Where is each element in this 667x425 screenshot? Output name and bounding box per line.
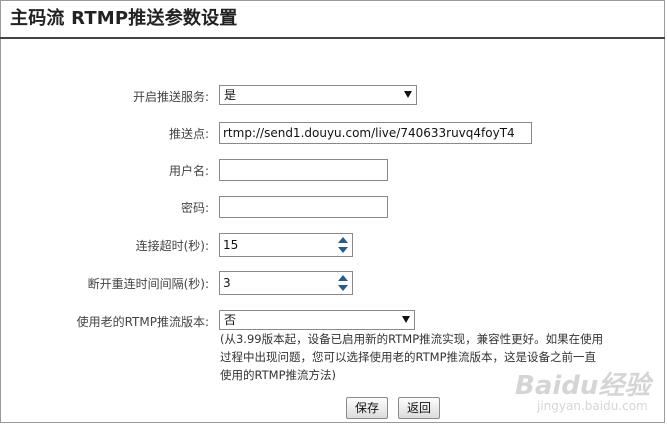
reconnect-spin-control[interactable] [336,273,350,293]
timeout-stepper[interactable]: 15 [219,233,353,257]
save-button[interactable]: 保存 [346,397,389,419]
watermark-domain: jingyan.baidu.com [537,399,648,413]
row-reconnect: 断开重连时间间隔(秒): 3 [0,271,667,295]
username-label: 用户名: [168,164,209,178]
watermark-brand: Baidu经验 [515,371,651,401]
dropdown-arrow-icon [402,316,410,323]
timeout-spin-control[interactable] [336,235,350,255]
back-button[interactable]: 返回 [398,397,441,419]
password-input[interactable] [219,196,388,218]
spin-up-icon[interactable] [338,275,348,281]
legacy-rtmp-value: 否 [224,313,237,327]
row-legacy-rtmp: 使用老的RTMP推流版本: 否 [0,310,667,332]
baidu-watermark: Baidu经验 jingyan.baidu.com [515,365,655,420]
timeout-value: 15 [223,238,239,252]
row-password: 密码: [0,196,667,218]
row-enable-push: 开启推送服务: 是 [0,85,667,107]
spin-down-icon[interactable] [338,247,348,253]
password-label: 密码: [180,201,209,215]
push-url-input[interactable]: rtmp://send1.douyu.com/live/740633ruvq4f… [219,122,532,144]
timeout-label: 连接超时(秒): [135,239,209,253]
row-timeout: 连接超时(秒): 15 [0,233,667,257]
reconnect-label: 断开重连时间间隔(秒): [87,277,209,291]
username-input[interactable] [219,159,388,181]
dropdown-arrow-icon [404,91,412,98]
title-divider [0,37,665,39]
note-line: 过程中出现问题，您可以选择使用老的RTMP推流版本，这是设备之前一直 [220,350,597,364]
enable-push-select[interactable]: 是 [219,85,417,105]
page-title: 主码流 RTMP推送参数设置 [10,8,238,29]
row-username: 用户名: [0,159,667,181]
enable-push-label: 开启推送服务: [132,90,209,104]
note-line: (从3.99版本起，设备已启用新的RTMP推流实现，兼容性更好。如果在使用 [220,332,604,346]
reconnect-value: 3 [223,276,231,290]
enable-push-value: 是 [224,88,237,102]
spin-up-icon[interactable] [338,237,348,243]
push-url-label: 推送点: [168,127,209,141]
row-push-url: 推送点: rtmp://send1.douyu.com/live/740633r… [0,122,667,144]
reconnect-stepper[interactable]: 3 [219,271,353,295]
legacy-rtmp-select[interactable]: 否 [219,310,415,330]
spin-down-icon[interactable] [338,285,348,291]
push-url-value: rtmp://send1.douyu.com/live/740633ruvq4f… [223,126,515,140]
legacy-rtmp-label: 使用老的RTMP推流版本: [76,315,209,329]
